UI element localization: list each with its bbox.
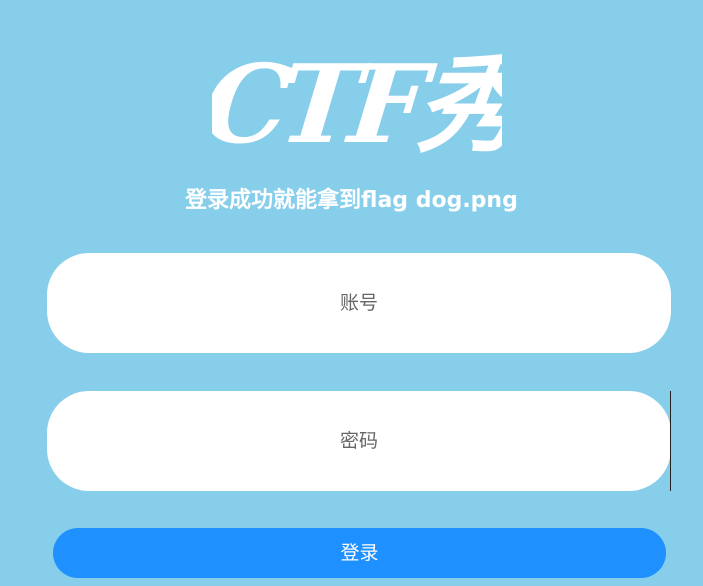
ctf-logo-graphic: CTF秀: [212, 40, 502, 168]
username-input[interactable]: [47, 253, 671, 353]
login-button[interactable]: 登录: [53, 528, 666, 578]
page-subtitle: 登录成功就能拿到flag dog.png: [185, 188, 518, 213]
ctf-logo: CTF秀: [212, 30, 502, 170]
password-input[interactable]: [47, 391, 671, 491]
text-cursor-line: [670, 391, 671, 491]
ctf-logo-text: CTF秀: [212, 40, 502, 168]
